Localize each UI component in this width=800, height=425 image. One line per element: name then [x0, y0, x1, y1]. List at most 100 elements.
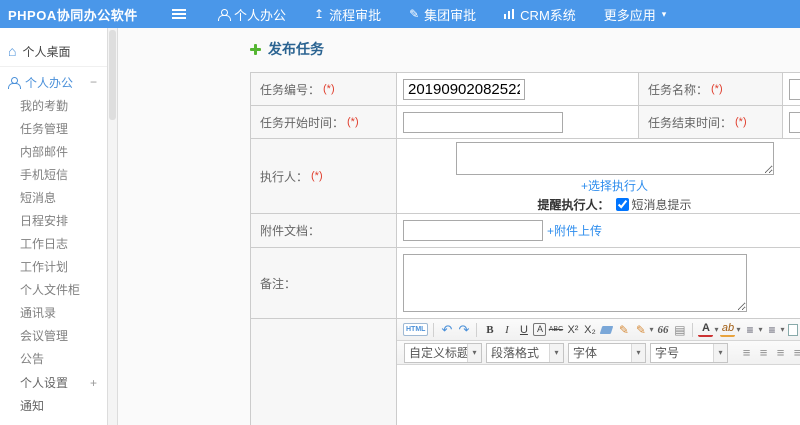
hamburger-menu-icon[interactable] — [172, 9, 186, 19]
sidebar-item-contacts[interactable]: 通讯录 — [0, 302, 107, 325]
toolbar-separator — [433, 322, 435, 337]
start-time-input[interactable] — [403, 111, 563, 133]
top-nav-menu: 个人办公 ↥ 流程审批 ✎ 集团审批 CRM系统 更多应用 ▾ — [218, 5, 694, 24]
paste-icon[interactable]: ▤ — [672, 322, 687, 338]
align-justify-icon[interactable]: ≡ — [790, 345, 800, 361]
chevron-down-icon[interactable]: ▾ — [649, 325, 653, 334]
font-size-combo[interactable]: 字号 ▾ — [650, 342, 728, 363]
align-right-icon[interactable]: ≡ — [773, 345, 788, 361]
sidebar-item-notification[interactable]: 通知 — [0, 394, 107, 417]
sms-remind-checkbox[interactable] — [615, 198, 629, 211]
select-executor-link[interactable]: +选择执行人 — [581, 179, 648, 193]
page-title: 发布任务 — [250, 39, 324, 59]
remove-format-icon[interactable] — [600, 325, 614, 334]
nav-item-personal-office[interactable]: 个人办公 — [218, 5, 286, 24]
remind-executor-label: 提醒执行人： — [537, 198, 610, 212]
sidebar-item-mobile-sms[interactable]: 手机短信 — [0, 164, 107, 187]
nav-item-workflow-approval[interactable]: ↥ 流程审批 — [314, 5, 381, 24]
editor-toolbar-row1: HTML ↶ ↷ B I U A ABC X² X₂ ✎ ✎ ▾ 66 ▤ A … — [397, 319, 800, 341]
nav-item-crm-system[interactable]: CRM系统 — [504, 5, 576, 24]
end-time-input[interactable] — [789, 111, 800, 133]
undo-icon[interactable]: ↶ — [439, 322, 454, 338]
chevron-down-icon: ▾ — [661, 8, 667, 19]
sidebar-item-task-management[interactable]: 任务管理 — [0, 118, 107, 141]
highlight-color-button[interactable]: ab — [720, 322, 736, 337]
remark-textarea[interactable] — [403, 254, 747, 312]
sidebar-item-internal-mail[interactable]: 内部邮件 — [0, 141, 107, 164]
custom-heading-combo[interactable]: 自定义标题 ▾ — [404, 342, 482, 363]
required-mark: (*) — [711, 83, 723, 95]
unordered-list-icon[interactable]: ≡ — [765, 322, 780, 338]
align-center-icon[interactable]: ≡ — [756, 345, 771, 361]
edit-icon: ✎ — [409, 7, 420, 21]
top-navigation-bar: PHPOA协同办公软件 个人办公 ↥ 流程审批 ✎ 集团审批 CRM系统 更多应… — [0, 0, 800, 28]
sidebar-item-schedule[interactable]: 日程安排 — [0, 210, 107, 233]
attachment-input[interactable] — [403, 220, 543, 241]
ordered-list-icon[interactable]: ≡ — [743, 322, 758, 338]
toolbar-separator — [476, 322, 478, 337]
task-no-input[interactable] — [403, 78, 525, 100]
sidebar-group-personal-settings[interactable]: 个人设置 + — [0, 371, 107, 394]
sidebar-item-desktop[interactable]: ⌂ 个人桌面 — [0, 38, 107, 64]
content-label-cell — [251, 319, 397, 425]
task-no-label-cell: 任务编号： (*) — [251, 73, 397, 105]
blockquote-button[interactable]: 66 — [655, 322, 670, 338]
required-mark: (*) — [311, 170, 323, 182]
font-family-combo[interactable]: 字体 ▾ — [568, 342, 646, 363]
strikethrough-button[interactable]: ABC — [548, 322, 563, 338]
bar-chart-icon — [504, 9, 516, 19]
nav-item-more-apps[interactable]: 更多应用 ▾ — [604, 5, 667, 24]
scrollbar-thumb[interactable] — [109, 30, 116, 120]
html-source-button[interactable]: HTML — [403, 323, 429, 336]
align-left-icon[interactable]: ≡ — [739, 345, 754, 361]
task-name-label-cell: 任务名称： (*) — [639, 73, 783, 105]
chevron-down-icon[interactable]: ▾ — [714, 325, 718, 334]
sidebar-item-attendance[interactable]: 我的考勤 — [0, 95, 107, 118]
task-name-input[interactable] — [789, 78, 800, 100]
sidebar-item-work-plan[interactable]: 工作计划 — [0, 256, 107, 279]
person-icon — [8, 76, 21, 89]
chevron-down-icon: ▾ — [631, 343, 645, 362]
sidebar-item-meeting-management[interactable]: 会议管理 — [0, 325, 107, 348]
font-border-button[interactable]: A — [533, 323, 547, 336]
chevron-down-icon[interactable]: ▾ — [759, 325, 763, 334]
editor-content-area[interactable] — [397, 365, 800, 425]
chevron-down-icon[interactable]: ▾ — [781, 325, 785, 334]
italic-button[interactable]: I — [499, 322, 514, 338]
sidebar-item-announcement[interactable]: 公告 — [0, 348, 107, 371]
chevron-down-icon: ▾ — [549, 343, 563, 362]
sidebar-group-personal-office[interactable]: 个人办公 − — [0, 69, 107, 95]
remark-label-cell: 备注： — [251, 248, 397, 318]
document-icon[interactable] — [787, 323, 798, 336]
auto-typeset-icon[interactable]: ✎ — [633, 322, 648, 338]
font-color-button[interactable]: A — [698, 322, 714, 337]
format-painter-icon[interactable]: ✎ — [616, 322, 631, 338]
redo-icon[interactable]: ↷ — [456, 322, 471, 338]
chevron-down-icon[interactable]: ▾ — [736, 325, 740, 334]
attachment-label-cell: 附件文档： — [251, 214, 397, 247]
sidebar-item-work-log[interactable]: 工作日志 — [0, 233, 107, 256]
publish-task-form: 任务编号：(*) 任务名称：(*) 任务开始时间：(*) 任务结束时间：(*) — [250, 72, 800, 425]
superscript-button[interactable]: X² — [565, 322, 580, 338]
executor-textarea[interactable] — [455, 142, 774, 175]
underline-button[interactable]: U — [516, 322, 531, 338]
required-mark: (*) — [735, 116, 747, 128]
paragraph-format-combo[interactable]: 段落格式 ▾ — [486, 342, 564, 363]
collapse-icon[interactable]: − — [90, 75, 97, 89]
sidebar-item-personal-files[interactable]: 个人文件柜 — [0, 279, 107, 302]
main-content: 发布任务 任务编号：(*) 任务名称：(*) 任务开始时间：(*) — [118, 28, 800, 425]
sms-remind-option-label: 短消息提示 — [631, 198, 692, 212]
left-sidebar: ⌂ 个人桌面 个人办公 − 我的考勤 任务管理 内部邮件 手机短信 短消息 日程… — [0, 28, 108, 425]
nav-item-group-approval[interactable]: ✎ 集团审批 — [409, 5, 476, 24]
person-icon — [218, 8, 231, 21]
attachment-upload-link[interactable]: +附件上传 — [547, 222, 602, 239]
end-time-label-cell: 任务结束时间： (*) — [639, 106, 783, 138]
subscript-button[interactable]: X₂ — [582, 322, 597, 338]
chevron-down-icon: ▾ — [467, 343, 481, 362]
sidebar-scrollbar[interactable] — [108, 28, 118, 425]
sidebar-item-short-message[interactable]: 短消息 — [0, 187, 107, 210]
home-icon: ⌂ — [8, 43, 17, 59]
bold-button[interactable]: B — [482, 322, 497, 338]
expand-icon[interactable]: + — [90, 376, 97, 390]
chevron-down-icon: ▾ — [713, 343, 727, 362]
